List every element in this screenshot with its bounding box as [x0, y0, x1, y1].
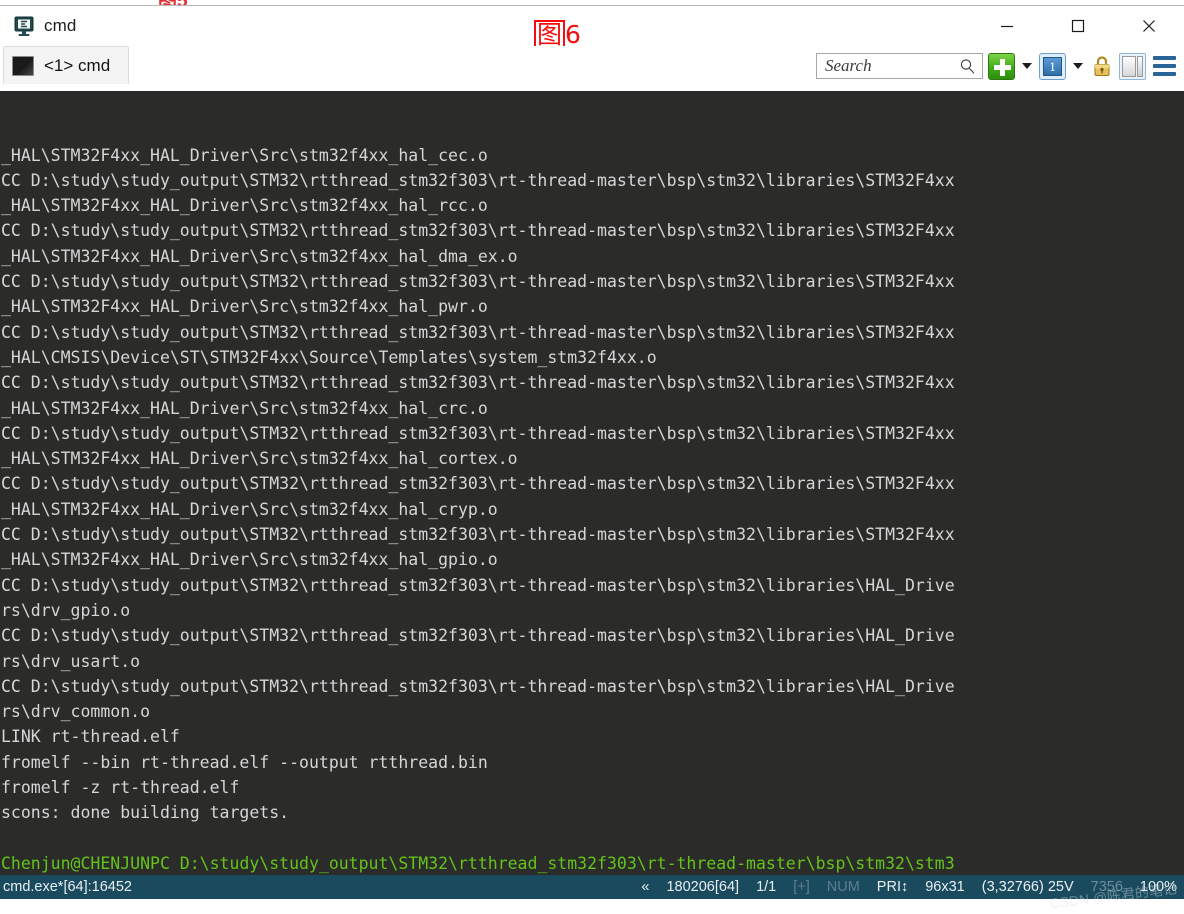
terminal-output[interactable]: _HAL\STM32F4xx_HAL_Driver\Src\stm32f4xx_…: [0, 91, 1184, 876]
split-pane-icon-main: [1122, 55, 1136, 77]
terminal-line: rs\drv_gpio.o: [1, 600, 131, 620]
terminal-line: CC D:\study\study_output\STM32\rtthread_…: [1, 373, 955, 393]
lock-icon: [1094, 55, 1110, 76]
terminal-line: CC D:\study\study_output\STM32\rtthread_…: [1, 423, 955, 443]
terminal-line: _HAL\STM32F4xx_HAL_Driver\Src\stm32f4xx_…: [1, 196, 488, 216]
status-right-group: « 180206[64] 1/1 [+] NUM PRI↕ 96x31 (3,3…: [641, 879, 1177, 895]
terminal-line: CC D:\study\study_output\STM32\rtthread_…: [1, 676, 955, 696]
terminal-line: CC D:\study\study_output\STM32\rtthread_…: [1, 474, 955, 494]
status-cursor-position: (3,32766) 25V: [981, 879, 1074, 895]
terminal-line: CC D:\study\study_output\STM32\rtthread_…: [1, 626, 955, 646]
status-console-size: 96x31: [925, 879, 965, 895]
terminal-line: CC D:\study\study_output\STM32\rtthread_…: [1, 170, 955, 190]
hamburger-menu-button[interactable]: [1151, 53, 1178, 80]
console-tab-icon: [12, 55, 34, 76]
lock-button[interactable]: [1090, 53, 1114, 80]
terminal-lines-container: _HAL\STM32F4xx_HAL_Driver\Src\stm32f4xx_…: [1, 143, 1184, 876]
figure-annotation-number: 6: [565, 20, 581, 49]
terminal-line: _HAL\STM32F4xx_HAL_Driver\Src\stm32f4xx_…: [1, 246, 518, 266]
terminal-line: scons: done building targets.: [1, 803, 290, 823]
active-console-button[interactable]: 1: [1039, 52, 1066, 80]
status-collapse-icon[interactable]: «: [641, 879, 649, 895]
status-build: 180206[64]: [666, 879, 740, 895]
terminal-line: LINK rt-thread.elf: [1, 727, 180, 747]
search-icon: [959, 58, 976, 80]
terminal-line: _HAL\STM32F4xx_HAL_Driver\Src\stm32f4xx_…: [1, 499, 498, 519]
active-console-number: 1: [1043, 56, 1062, 76]
status-zoom-level: 100%: [1139, 879, 1177, 895]
status-process: cmd.exe*[64]:16452: [3, 879, 132, 895]
search-input[interactable]: [823, 55, 959, 77]
hamburger-menu-icon-line-3: [1153, 72, 1176, 76]
tab-strip: <1> cmd 1: [0, 46, 1184, 91]
terminal-line: _HAL\STM32F4xx_HAL_Driver\Src\stm32f4xx_…: [1, 145, 488, 165]
terminal-line: rs\drv_usart.o: [1, 651, 141, 671]
status-tab-index: 1/1: [756, 879, 777, 895]
split-pane-icon-side: [1137, 55, 1143, 77]
tab-console-1[interactable]: <1> cmd: [3, 46, 129, 84]
maximize-button[interactable]: [1042, 6, 1113, 46]
terminal-line: fromelf -z rt-thread.elf: [1, 778, 240, 798]
window-controls: [971, 6, 1184, 46]
toolbar: 1: [816, 49, 1178, 83]
terminal-line: Chenjun@CHENJUNPC D:\study\study_output\…: [1, 853, 955, 873]
close-button[interactable]: [1113, 6, 1184, 46]
maximize-icon: [1071, 19, 1084, 33]
status-num-lock: NUM: [826, 879, 860, 895]
hamburger-menu-icon-line-2: [1153, 64, 1176, 68]
minimize-icon: [1000, 25, 1013, 28]
conemu-window-root: 图5 cmd 图6: [0, 0, 1184, 912]
status-priority: PRI↕: [876, 879, 909, 895]
title-bar: cmd 图6: [0, 6, 1184, 51]
chevron-down-icon-new-console[interactable]: [1022, 63, 1032, 69]
close-icon: [1142, 20, 1155, 32]
new-console-button[interactable]: [988, 52, 1015, 80]
terminal-line: _HAL\CMSIS\Device\ST\STM32F4xx\Source\Te…: [1, 347, 657, 367]
terminal-line: CC D:\study\study_output\STM32\rtthread_…: [1, 272, 955, 292]
chevron-down-icon-active-console[interactable]: [1073, 63, 1083, 69]
search-box[interactable]: [816, 53, 983, 79]
terminal-line: _HAL\STM32F4xx_HAL_Driver\Src\stm32f4xx_…: [1, 297, 488, 317]
hamburger-menu-icon-line-1: [1153, 56, 1176, 60]
split-pane-button[interactable]: [1119, 52, 1146, 80]
status-plus-flag: [+]: [793, 879, 810, 895]
terminal-line: CC D:\study\study_output\STM32\rtthread_…: [1, 322, 955, 342]
terminal-line: rs\drv_common.o: [1, 702, 151, 722]
tab-label: <1> cmd: [44, 55, 111, 75]
terminal-line: fromelf --bin rt-thread.elf --output rtt…: [1, 752, 488, 772]
main-window: cmd 图6 <1> cmd Search 1 _HAL\STM32F4xx_H…: [0, 5, 1184, 912]
minimize-button[interactable]: [971, 6, 1042, 46]
terminal-line: CC D:\study\study_output\STM32\rtthread_…: [1, 221, 955, 241]
window-title: cmd: [44, 16, 77, 35]
terminal-line: _HAL\STM32F4xx_HAL_Driver\Src\stm32f4xx_…: [1, 550, 498, 570]
terminal-line: _HAL\STM32F4xx_HAL_Driver\Src\stm32f4xx_…: [1, 398, 488, 418]
active-console-number-label: 1: [1049, 58, 1056, 74]
status-buffer-size: 7356: [1090, 879, 1123, 895]
terminal-line: CC D:\study\study_output\STM32\rtthread_…: [1, 575, 955, 595]
console-app-icon: [13, 15, 35, 37]
terminal-line: CC D:\study\study_output\STM32\rtthread_…: [1, 525, 955, 545]
terminal-line: _HAL\STM32F4xx_HAL_Driver\Src\stm32f4xx_…: [1, 449, 518, 469]
status-bar: cmd.exe*[64]:16452 « 180206[64] 1/1 [+] …: [0, 875, 1184, 912]
